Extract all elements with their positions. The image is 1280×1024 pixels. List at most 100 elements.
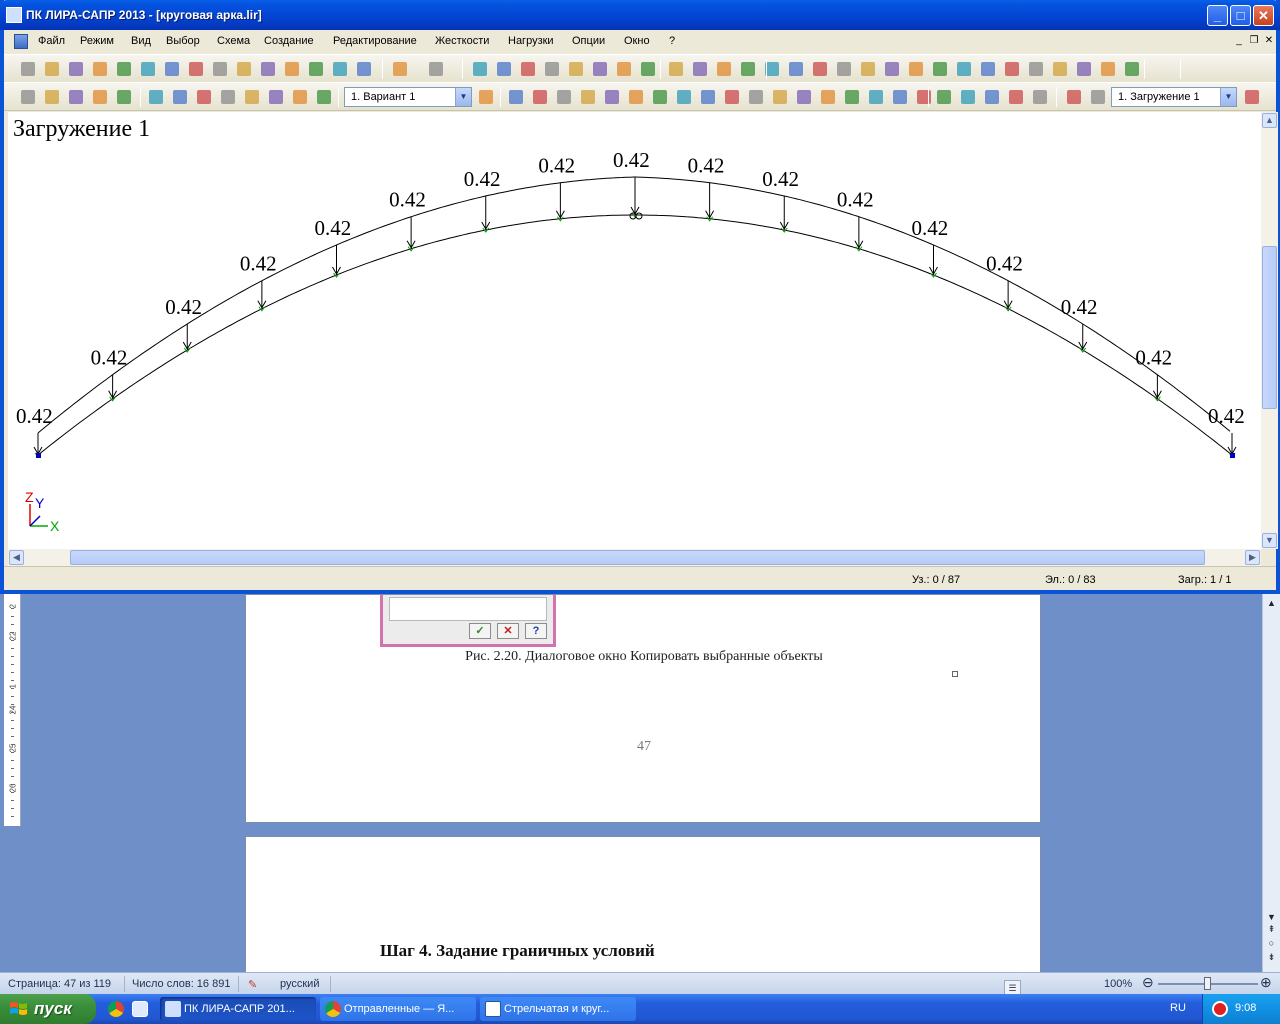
- scroll-down-icon[interactable]: ▼: [1262, 533, 1277, 548]
- toolbar-tool-icon[interactable]: [626, 87, 646, 107]
- scroll-down-icon[interactable]: ▼: [1265, 912, 1278, 922]
- taskbar-item-browser[interactable]: Отправленные — Я...: [320, 997, 476, 1021]
- toolbar-tool-icon[interactable]: [66, 87, 86, 107]
- toolbar-tool-icon[interactable]: [1050, 59, 1070, 79]
- toolbar-tool-icon[interactable]: [138, 59, 158, 79]
- next-page-icon[interactable]: ⇟: [1265, 952, 1278, 963]
- toolbar-tool-icon[interactable]: [1122, 59, 1142, 79]
- toolbar-tool-icon[interactable]: [314, 87, 334, 107]
- vertical-scroll-thumb[interactable]: [1262, 246, 1277, 409]
- mdi-restore-button[interactable]: ❐: [1248, 36, 1260, 47]
- tray-app-icon[interactable]: [1212, 1001, 1228, 1017]
- spellcheck-icon[interactable]: ✎: [248, 978, 257, 991]
- toolbar-tool-icon[interactable]: [954, 59, 974, 79]
- toolbar-tool-icon[interactable]: [566, 59, 586, 79]
- chevron-down-icon[interactable]: ▼: [455, 88, 471, 106]
- toolbar-tool-icon[interactable]: [266, 87, 286, 107]
- taskbar-item-word[interactable]: Стрельчатая и круг...: [480, 997, 636, 1021]
- toolbar-tool-icon[interactable]: [638, 59, 658, 79]
- scroll-left-icon[interactable]: ◀: [9, 550, 24, 565]
- title-bar[interactable]: ПК ЛИРА-САПР 2013 - [круговая арка.lir] …: [0, 0, 1280, 30]
- toolbar-tool-icon[interactable]: [958, 87, 978, 107]
- menu-select[interactable]: Выбор: [166, 35, 200, 47]
- menu-window[interactable]: Окно: [624, 35, 650, 47]
- toolbar-tool-icon[interactable]: [18, 87, 38, 107]
- mdi-close-button[interactable]: ✕: [1263, 36, 1275, 47]
- menu-view[interactable]: Вид: [131, 35, 151, 47]
- menu-create[interactable]: Создание: [264, 35, 314, 47]
- minimize-button[interactable]: _: [1207, 5, 1228, 26]
- toolbar-tool-icon[interactable]: [666, 59, 686, 79]
- toolbar-tool-icon[interactable]: [290, 87, 310, 107]
- clock[interactable]: 9:08: [1235, 1002, 1256, 1014]
- toolbar-tool-icon[interactable]: [18, 59, 38, 79]
- toolbar-tool-icon[interactable]: [866, 87, 886, 107]
- app-icon[interactable]: [6, 7, 22, 23]
- toolbar-tool-icon[interactable]: [1030, 87, 1050, 107]
- toolbar-tool-icon[interactable]: [146, 87, 166, 107]
- toolbar-tool-icon[interactable]: [234, 59, 254, 79]
- toolbar-tool-icon[interactable]: [390, 59, 410, 79]
- toolbar-tool-icon[interactable]: [890, 87, 910, 107]
- toolbar-tool-icon[interactable]: [210, 59, 230, 79]
- page-count-status[interactable]: Страница: 47 из 119: [8, 978, 111, 990]
- toolbar-tool-icon[interactable]: [762, 59, 782, 79]
- zoom-level[interactable]: 100%: [1104, 978, 1132, 990]
- toolbar-tool-icon[interactable]: [530, 87, 550, 107]
- toolbar-tool-icon[interactable]: [518, 59, 538, 79]
- toolbar-tool-icon[interactable]: [218, 87, 238, 107]
- toolbar-tool-icon[interactable]: [1242, 87, 1262, 107]
- toolbar-tool-icon[interactable]: [722, 87, 742, 107]
- toolbar-tool-icon[interactable]: [42, 59, 62, 79]
- close-button[interactable]: ✕: [1253, 5, 1274, 26]
- toolbar-tool-icon[interactable]: [470, 59, 490, 79]
- toolbar-tool-icon[interactable]: [650, 87, 670, 107]
- toolbar-tool-icon[interactable]: [1006, 87, 1026, 107]
- toolbar-tool-icon[interactable]: [614, 59, 634, 79]
- document-icon[interactable]: [14, 34, 28, 49]
- menu-mode[interactable]: Режим: [80, 35, 114, 47]
- toolbar-tool-icon[interactable]: [934, 87, 954, 107]
- toolbar-tool-icon[interactable]: [494, 59, 514, 79]
- toolbar-tool-icon[interactable]: [186, 59, 206, 79]
- scroll-right-icon[interactable]: ▶: [1245, 550, 1260, 565]
- document-page[interactable]: ✓ ✕ ? Рис. 2.20. Диалоговое окно Копиров…: [245, 594, 1041, 823]
- canvas-horizontal-scrollbar[interactable]: ◀ ▶: [8, 549, 1261, 566]
- toolbar-tool-icon[interactable]: [690, 59, 710, 79]
- chrome-quicklaunch-icon[interactable]: [108, 1001, 124, 1017]
- desktop-quicklaunch-icon[interactable]: [132, 1001, 148, 1017]
- toolbar-tool-icon[interactable]: [978, 59, 998, 79]
- zoom-slider-thumb[interactable]: [1204, 977, 1211, 990]
- scroll-up-icon[interactable]: ▲: [1265, 598, 1278, 608]
- menu-stiffness[interactable]: Жесткости: [435, 35, 489, 47]
- toolbar-tool-icon[interactable]: [114, 87, 134, 107]
- scroll-up-icon[interactable]: ▲: [1262, 113, 1277, 128]
- toolbar-tool-icon[interactable]: [834, 59, 854, 79]
- document-page-next[interactable]: Шаг 4. Задание граничных условий: [245, 836, 1041, 986]
- prev-page-icon[interactable]: ⇞: [1265, 924, 1278, 935]
- variant-select[interactable]: 1. Вариант 1 ▼: [344, 87, 472, 107]
- zoom-in-icon[interactable]: ⊕: [1260, 974, 1272, 991]
- toolbar-tool-icon[interactable]: [590, 59, 610, 79]
- toolbar-tool-icon[interactable]: [114, 59, 134, 79]
- toolbar-tool-icon[interactable]: [810, 59, 830, 79]
- toolbar-tool-icon[interactable]: [1026, 59, 1046, 79]
- arch-scheme[interactable]: 0.42 0.42 0.42 0.42 0.42 0.42 0.42 0.42 0.42 0.42…: [8, 112, 1261, 549]
- toolbar-tool-icon[interactable]: [476, 87, 496, 107]
- toolbar-tool-icon[interactable]: [354, 59, 374, 79]
- menu-file[interactable]: Файл: [38, 35, 65, 47]
- toolbar-tool-icon[interactable]: [746, 87, 766, 107]
- toolbar-tool-icon[interactable]: [66, 59, 86, 79]
- toolbar-tool-icon[interactable]: [818, 87, 838, 107]
- toolbar-tool-icon[interactable]: [554, 87, 574, 107]
- language-status[interactable]: русский: [280, 978, 319, 990]
- toolbar-tool-icon[interactable]: [194, 87, 214, 107]
- toolbar-tool-icon[interactable]: [882, 59, 902, 79]
- canvas-vertical-scrollbar[interactable]: ▲ ▼: [1261, 112, 1278, 549]
- toolbar-tool-icon[interactable]: [698, 87, 718, 107]
- toolbar-tool-icon[interactable]: [578, 87, 598, 107]
- toolbar-tool-icon[interactable]: [786, 59, 806, 79]
- toolbar-tool-icon[interactable]: [914, 87, 934, 107]
- start-button[interactable]: пуск: [0, 994, 96, 1024]
- menu-edit[interactable]: Редактирование: [333, 35, 417, 47]
